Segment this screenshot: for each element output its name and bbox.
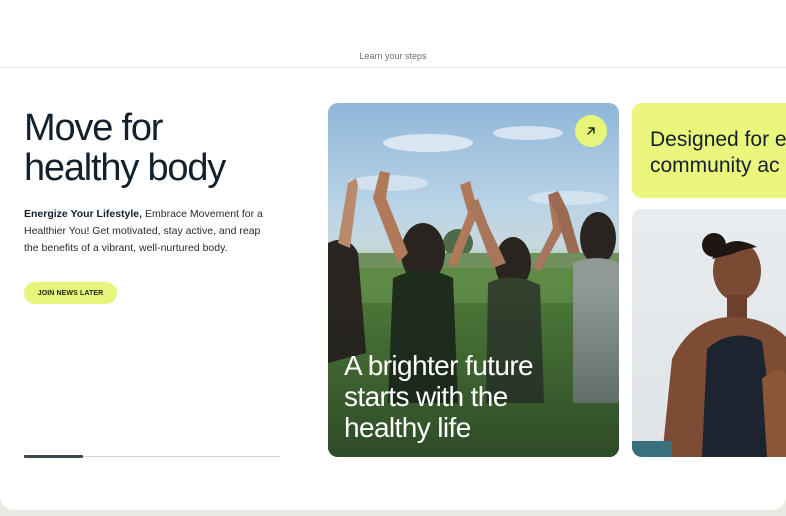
- section-subtitle: Learn your steps: [359, 51, 427, 61]
- open-card-button[interactable]: [575, 115, 607, 147]
- feature-card-community[interactable]: Designed for e community ac: [632, 103, 786, 198]
- community-card-title-line-2: community ac: [650, 154, 780, 177]
- feature-card-yoga[interactable]: [632, 209, 786, 457]
- top-bar: Learn your steps: [0, 0, 786, 68]
- page-frame: Learn your steps Move for healthy body E…: [0, 0, 786, 510]
- carousel-progress: [24, 455, 280, 458]
- community-card-title-line-1: Designed for e: [650, 128, 786, 151]
- hero-title-line-2: healthy body: [24, 147, 226, 189]
- woman-meditating-photo: [632, 233, 786, 457]
- join-newsletter-button[interactable]: JOIN NEWS LATER: [24, 282, 117, 304]
- hero-title: Move for healthy body: [24, 107, 226, 189]
- community-card-title: Designed for e community ac: [650, 127, 786, 179]
- feature-card-title-line-2: starts with the: [344, 381, 508, 412]
- feature-card-title-line-3: healthy life: [344, 412, 471, 443]
- arrow-up-right-icon: [587, 127, 595, 135]
- carousel-progress-fill: [24, 455, 83, 458]
- hero-description: Energize Your Lifestyle, Embrace Movemen…: [24, 206, 274, 257]
- hero-description-bold: Energize Your Lifestyle,: [24, 208, 143, 220]
- feature-card-main[interactable]: A brighter future starts with the health…: [328, 103, 619, 457]
- hero-title-line-1: Move for: [24, 107, 163, 149]
- feature-card-title-line-1: A brighter future: [344, 350, 534, 381]
- feature-card-title: A brighter future starts with the health…: [344, 350, 604, 443]
